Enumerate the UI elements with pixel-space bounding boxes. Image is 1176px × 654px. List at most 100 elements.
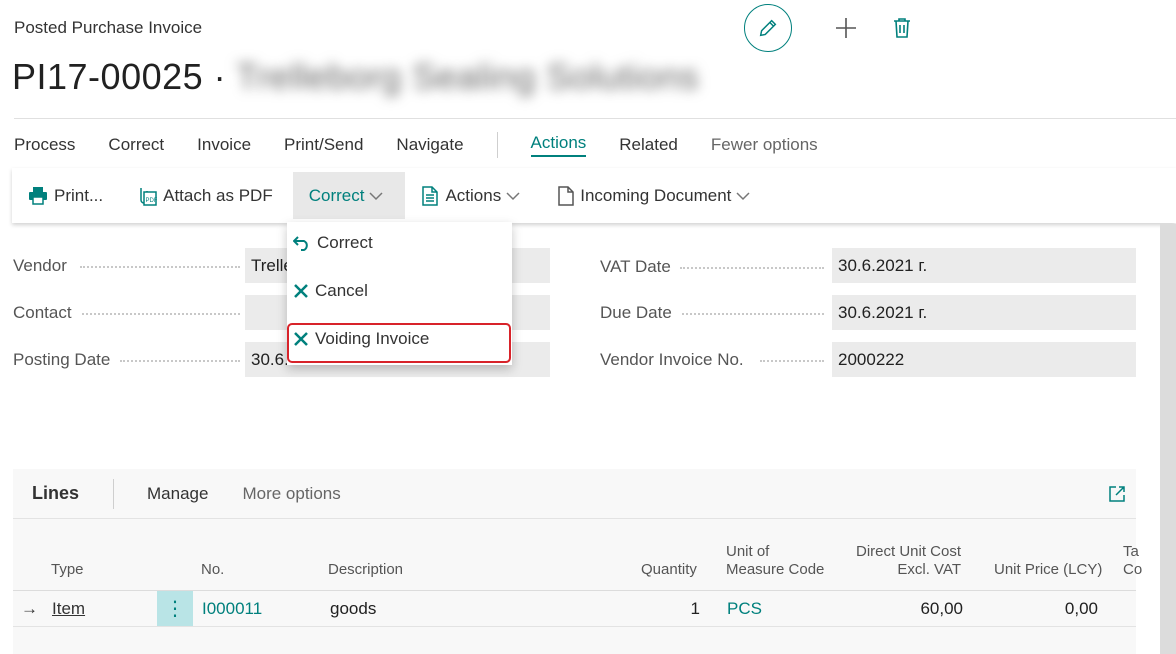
field-leader [682,313,824,315]
chevron-down-icon [369,191,383,200]
x-icon [294,284,308,298]
tab-related[interactable]: Related [619,135,678,155]
vendor-field: Vendor [13,256,67,276]
lines-panel: Lines Manage More options Type No. Descr… [13,469,1142,654]
posting-date-field: Posting Date [13,350,110,370]
menu-navigate[interactable]: Navigate [396,135,463,155]
print-button[interactable]: Print... [12,168,119,223]
dropdown-label-correct: Correct [317,233,373,252]
menu-print-send[interactable]: Print/Send [284,135,363,155]
column-header-no[interactable]: No. [201,561,224,579]
row-menu-button[interactable]: ⋮ [157,591,193,626]
chevron-down-icon [736,191,750,200]
vendor-invoice-label: Vendor Invoice No. [600,350,744,369]
vendor-label: Vendor [13,256,67,275]
contact-label: Contact [13,303,72,322]
column-header-cost-line2: Excl. VAT [897,561,961,578]
column-header-direct-unit-cost[interactable]: Direct Unit Cost Excl. VAT [856,543,961,579]
attach-pdf-label: Attach as PDF [163,185,273,205]
tab-actions[interactable]: Actions [530,133,587,157]
row-description[interactable]: goods [330,599,376,619]
row-quantity[interactable]: 1 [673,599,700,619]
vat-date-label: VAT Date [600,257,671,276]
printer-icon [29,186,47,205]
column-header-type[interactable]: Type [51,561,84,579]
column-header-unit-price[interactable]: Unit Price (LCY) [994,561,1102,579]
menu-separator [496,132,498,158]
delete-button[interactable] [878,4,926,52]
header-divider [14,118,1176,119]
expand-icon[interactable] [1108,485,1126,503]
vendor-invoice-input[interactable]: 2000222 [832,342,1136,377]
row-direct-unit-cost[interactable]: 60,00 [893,599,963,619]
document-number: PI17-00025 [12,56,204,97]
column-header-uom[interactable]: Unit of Measure Code [726,543,824,579]
row-selector-arrow-icon[interactable]: → [21,599,38,619]
row-no-link[interactable]: I000011 [202,599,262,619]
attach-pdf-button[interactable]: PDF Attach as PDF [119,168,289,223]
field-leader [120,360,240,362]
chevron-down-icon [506,191,520,200]
due-date-input[interactable]: 30.6.2021 г. [832,295,1136,330]
dropdown-item-voiding-invoice[interactable]: Voiding Invoice [293,329,429,349]
incoming-document-dropdown-button[interactable]: Incoming Document [542,168,772,223]
contact-field: Contact [13,303,72,323]
column-header-uom-line2: Measure Code [726,561,825,578]
undo-icon [293,236,308,251]
title-separator: · [213,56,227,97]
document-icon [558,185,574,206]
action-menu-bar: Process Correct Invoice Print/Send Navig… [14,132,851,158]
vendor-name-title: Trelleborg Sealing Solutions [236,56,699,97]
column-header-tax-line2: Co [1123,561,1143,578]
row-unit-price[interactable]: 0,00 [1033,599,1098,619]
tab-fewer-options[interactable]: Fewer options [711,135,818,155]
row-type-link[interactable]: Item [52,599,85,619]
document-actions-icon [422,185,439,206]
lines-manage-tab[interactable]: Manage [147,484,208,504]
column-header-uom-line1: Unit of [726,543,770,560]
header-actions [744,4,926,52]
dropdown-item-cancel[interactable]: Cancel [293,281,368,301]
table-row-divider [13,626,1136,627]
correct-dropdown-button[interactable]: Correct [292,172,406,219]
lines-header: Lines Manage More options [13,469,1136,519]
page-title: PI17-00025 · Trelleborg Sealing Solution… [12,56,699,98]
vat-date-field: VAT Date [600,257,671,277]
menu-invoice[interactable]: Invoice [197,135,251,155]
posting-date-label: Posting Date [13,350,111,369]
menu-process[interactable]: Process [14,135,75,155]
svg-text:PDF: PDF [146,198,158,204]
new-button[interactable] [822,4,870,52]
field-leader [680,267,824,269]
column-header-quantity[interactable]: Quantity [641,561,697,579]
page-type-label: Posted Purchase Invoice [14,18,203,37]
column-header-tax[interactable]: Ta Co [1123,543,1142,579]
row-uom-link[interactable]: PCS [727,599,762,619]
lines-separator [113,478,115,509]
pencil-icon [759,19,777,37]
vat-date-input[interactable]: 30.6.2021 г. [832,248,1136,283]
due-date-field: Due Date [600,303,672,323]
x-icon [294,332,308,346]
correct-label: Correct [308,185,365,205]
dropdown-item-correct[interactable]: Correct [293,233,373,253]
correct-dropdown-menu: Correct Cancel Voiding Invoice [287,222,512,365]
column-header-tax-line1: Ta [1123,543,1139,560]
edit-button[interactable] [744,4,792,52]
dropdown-label-cancel: Cancel [315,281,368,300]
field-leader [80,266,240,268]
menu-correct[interactable]: Correct [108,135,164,155]
due-date-label: Due Date [600,303,672,322]
lines-more-options-tab[interactable]: More options [242,484,340,504]
lines-title: Lines [32,483,80,503]
incoming-document-label: Incoming Document [580,185,732,205]
field-leader [760,360,824,362]
column-header-cost-line1: Direct Unit Cost [856,543,962,560]
vendor-invoice-field: Vendor Invoice No. [600,350,744,370]
scrollbar-track[interactable] [1160,224,1176,654]
print-label: Print... [54,185,104,205]
dropdown-label-voiding-invoice: Voiding Invoice [315,329,430,348]
actions-dropdown-button[interactable]: Actions [405,168,542,223]
attach-pdf-icon: PDF [140,187,158,206]
column-header-description[interactable]: Description [328,561,403,579]
